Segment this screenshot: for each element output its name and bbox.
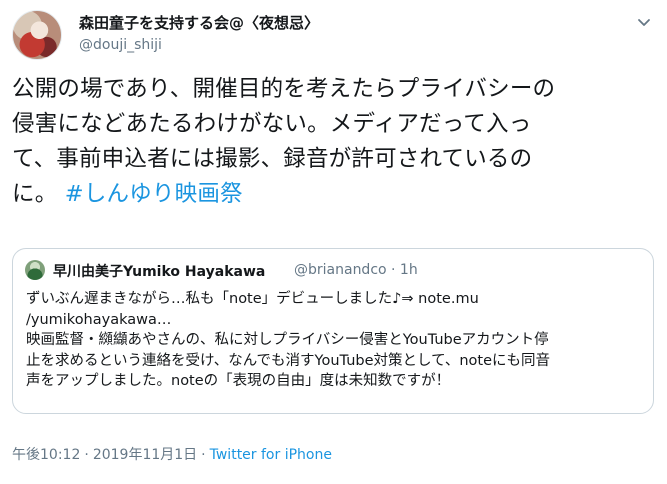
quoted-line: 映画監督・纐纈あやさんの、私に対しプライバシー侵害とYouTubeアカウント停	[26, 332, 549, 348]
quoted-tweet[interactable]: 早川由美子Yumiko Hayakawa @brianandco · 1h ずい…	[12, 248, 654, 414]
hashtag-link[interactable]: #しんゆり映画祭	[65, 181, 243, 207]
author-name[interactable]: 森田童子を支持する会@〈夜想忌〉	[79, 12, 319, 33]
meta-separator: ·	[201, 447, 206, 463]
quoted-line: ずいぶん遅まきながら…私も「note」デビューしました♪⇒ note.mu	[26, 291, 479, 307]
author-avatar[interactable]	[12, 10, 62, 60]
quoted-line: 声をアップしました。noteの「表現の自由」度は未知数ですが！	[26, 373, 451, 389]
tweet-line: に。	[12, 181, 65, 207]
quoted-author-name: 早川由美子Yumiko Hayakawa	[53, 264, 266, 280]
quoted-avatar	[25, 260, 45, 280]
tweet-source[interactable]: Twitter for iPhone	[210, 447, 332, 463]
tweet-line: 侵害になどあたるわけがない。メディアだって入っ	[12, 111, 532, 137]
tweet-date[interactable]: 2019年11月1日	[93, 447, 197, 463]
quoted-author-handle: @brianandco · 1h	[294, 262, 418, 278]
tweet-meta: 午後10:12 · 2019年11月1日 · Twitter for iPhone	[12, 444, 332, 464]
tweet-time[interactable]: 午後10:12	[12, 447, 80, 463]
author-handle[interactable]: @douji_shiji	[79, 37, 162, 53]
chevron-down-icon[interactable]	[634, 13, 654, 33]
meta-separator: ·	[84, 447, 89, 463]
tweet-text: 公開の場であり、開催目的を考えたらプライバシーの 侵害になどあたるわけがない。メ…	[12, 72, 657, 212]
tweet-line: 公開の場であり、開催目的を考えたらプライバシーの	[12, 76, 556, 102]
tweet-line-last: に。 #しんゆり映画祭	[12, 177, 657, 212]
quoted-line: 止を求めるという連絡を受け、なんでも消すYouTube対策として、noteにも同…	[26, 352, 551, 369]
tweet-line: て、事前申込者には撮影、録音が許可されているの	[12, 146, 533, 172]
quoted-text: ずいぶん遅まきながら…私も「note」デビューしました♪⇒ note.mu /y…	[26, 289, 646, 392]
quoted-line: /yumikohayakawa…	[26, 311, 172, 328]
